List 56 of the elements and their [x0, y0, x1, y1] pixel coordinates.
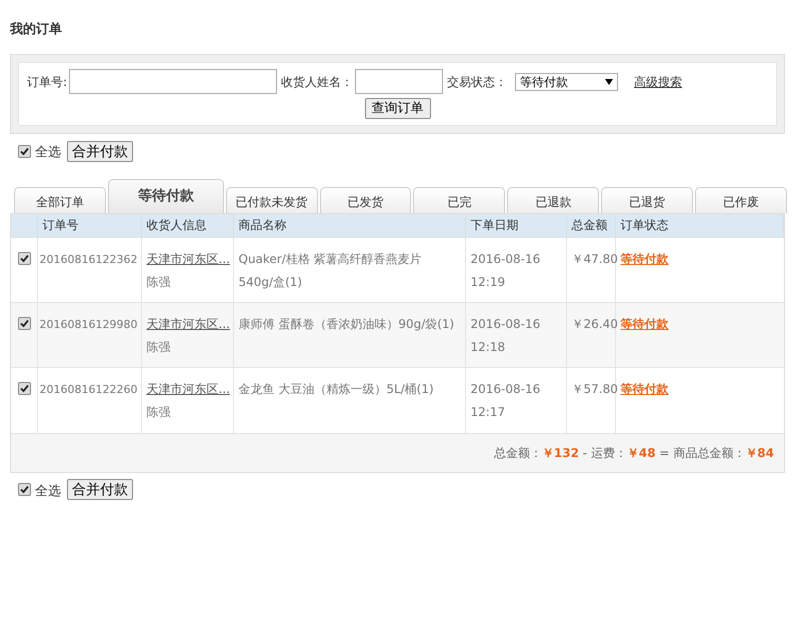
- product-name: 金龙鱼 大豆油（精炼一级）5L/桶(1): [238, 381, 435, 398]
- receiver-name: 陈强: [146, 339, 172, 356]
- advanced-search-link[interactable]: 高级搜索: [634, 72, 682, 90]
- column-header: 收货人信息: [146, 218, 206, 232]
- column-header: 订单号: [42, 218, 78, 232]
- order-number-field[interactable]: [69, 69, 278, 94]
- field-label: 交易状态：: [447, 74, 508, 90]
- order-tab[interactable]: 已退货: [601, 186, 694, 212]
- field-label: 收货人姓名：: [281, 74, 354, 90]
- order-total: ￥57.80: [572, 382, 618, 396]
- checkbox-label: 全选: [35, 144, 61, 162]
- order-number: 20160816122260: [40, 383, 138, 396]
- order-tab[interactable]: 已作废: [695, 186, 787, 212]
- order-tab[interactable]: 全部订单: [14, 186, 106, 212]
- order-total: ￥26.40: [572, 317, 618, 331]
- dropdown-arrow-icon: [605, 78, 614, 84]
- page-title: 我的订单: [10, 21, 63, 39]
- field-label: 订单号:: [27, 74, 68, 90]
- receiver-name-field[interactable]: [355, 69, 444, 94]
- checkbox-label: 全选: [35, 482, 61, 500]
- search-orders-button[interactable]: 查询订单: [364, 98, 430, 119]
- row-checkbox[interactable]: [18, 252, 31, 265]
- order-time: 12:18: [470, 339, 506, 356]
- merge-payment-button[interactable]: 合并付款: [67, 140, 133, 162]
- address-link[interactable]: 天津市河东区...: [146, 313, 228, 336]
- order-tab[interactable]: 等待付款: [108, 178, 224, 212]
- order-time: 12:19: [470, 274, 506, 291]
- dropdown-value: 等待付款: [520, 74, 568, 90]
- status-dropdown[interactable]: 等待付款: [515, 72, 618, 90]
- receiver-name: 陈强: [146, 404, 172, 421]
- column-header: 总金额: [572, 218, 608, 232]
- order-tab[interactable]: 已完: [413, 186, 506, 212]
- column-header: 下单日期: [470, 218, 518, 232]
- order-number: 20160816129980: [40, 318, 138, 331]
- order-date: 2016-08-16: [470, 381, 542, 398]
- order-tab[interactable]: 已退款: [507, 186, 600, 212]
- column-header: 订单状态: [620, 218, 668, 232]
- order-date: 2016-08-16: [470, 316, 542, 333]
- column-header: 商品名称: [238, 218, 286, 232]
- order-date: 2016-08-16: [470, 251, 542, 268]
- receiver-name: 陈强: [146, 274, 172, 291]
- row-checkbox[interactable]: [18, 317, 31, 330]
- row-checkbox[interactable]: [18, 382, 31, 395]
- select-all-checkbox[interactable]: [18, 483, 31, 496]
- product-name: Quaker/桂格 紫薯高纤醇香燕麦片 540g/盒(1): [238, 251, 423, 291]
- address-link[interactable]: 天津市河东区...: [146, 378, 228, 401]
- order-time: 12:17: [470, 404, 506, 421]
- address-link[interactable]: 天津市河东区...: [146, 248, 228, 271]
- product-name: 康师傅 蛋酥卷（香浓奶油味）90g/袋(1): [238, 316, 456, 333]
- merge-payment-button[interactable]: 合并付款: [67, 479, 133, 500]
- select-all-checkbox[interactable]: [18, 144, 31, 158]
- order-number: 20160816122362: [40, 253, 138, 266]
- order-summary: 总金额：￥132 - 运费：￥48 = 商品总金额：￥84: [11, 432, 784, 472]
- order-total: ￥47.80: [572, 252, 618, 266]
- order-tab[interactable]: 已发货: [320, 186, 412, 212]
- order-tab[interactable]: 已付款未发货: [226, 186, 318, 212]
